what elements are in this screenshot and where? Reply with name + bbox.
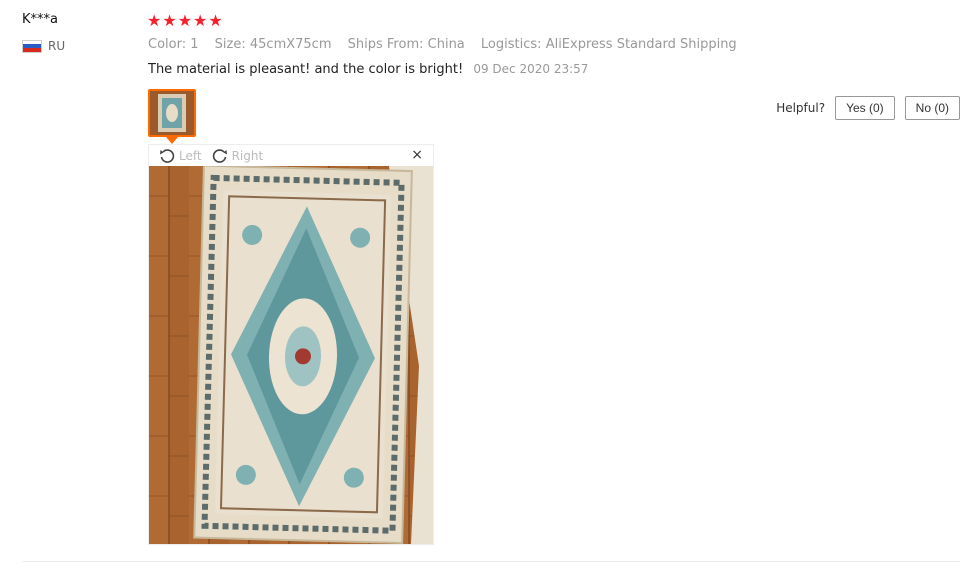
review-body: The material is pleasant! and the color … bbox=[148, 62, 588, 77]
rotate-left-label: Left bbox=[179, 148, 202, 163]
review-photo-thumbnail[interactable] bbox=[148, 89, 196, 137]
star-icon: ★ bbox=[177, 11, 193, 30]
attr-value-color: 1 bbox=[190, 37, 199, 52]
country-code: RU bbox=[48, 39, 66, 53]
attr-key-size: Size: bbox=[214, 37, 246, 52]
star-rating: ★ ★ ★ ★ ★ bbox=[147, 11, 223, 31]
helpful-no-button[interactable]: No (0) bbox=[904, 96, 960, 120]
star-icon: ★ bbox=[147, 11, 162, 30]
order-attributes: Color: 1 Size: 45cmX75cm Ships From: Chi… bbox=[148, 37, 749, 52]
star-icon: ★ bbox=[208, 11, 223, 30]
attr-key-color: Color: bbox=[148, 37, 187, 52]
review-text: The material is pleasant! and the color … bbox=[148, 62, 464, 77]
review-divider bbox=[22, 561, 960, 562]
helpful-label: Helpful? bbox=[776, 101, 826, 115]
rotate-right-label: Right bbox=[231, 148, 264, 163]
reviewer-name: K***a bbox=[22, 12, 58, 27]
photo-viewer: Left Right × bbox=[148, 144, 434, 545]
attr-key-ships-from: Ships From: bbox=[347, 37, 424, 52]
rotate-right-button[interactable]: Right bbox=[212, 148, 264, 164]
thumbnail-pointer bbox=[166, 137, 178, 144]
rotate-left-icon bbox=[160, 148, 175, 163]
attr-value-logistics: AliExpress Standard Shipping bbox=[545, 37, 737, 52]
review-photo bbox=[149, 166, 433, 544]
viewer-toolbar: Left Right × bbox=[149, 145, 433, 166]
star-icon: ★ bbox=[162, 11, 177, 30]
close-icon[interactable]: × bbox=[411, 147, 423, 163]
attr-value-size: 45cmX75cm bbox=[249, 37, 332, 52]
reviewer-country: RU bbox=[22, 39, 65, 53]
rotate-left-button[interactable]: Left bbox=[159, 148, 202, 164]
attr-value-ships-from: China bbox=[427, 37, 465, 52]
helpful-yes-button[interactable]: Yes (0) bbox=[835, 96, 895, 120]
helpful-vote: Helpful? Yes (0) No (0) bbox=[776, 96, 960, 120]
rotate-right-icon bbox=[212, 148, 227, 163]
attr-key-logistics: Logistics: bbox=[480, 37, 542, 52]
review-date: 09 Dec 2020 23:57 bbox=[473, 62, 589, 76]
star-icon: ★ bbox=[193, 11, 208, 30]
flag-icon bbox=[22, 39, 42, 53]
